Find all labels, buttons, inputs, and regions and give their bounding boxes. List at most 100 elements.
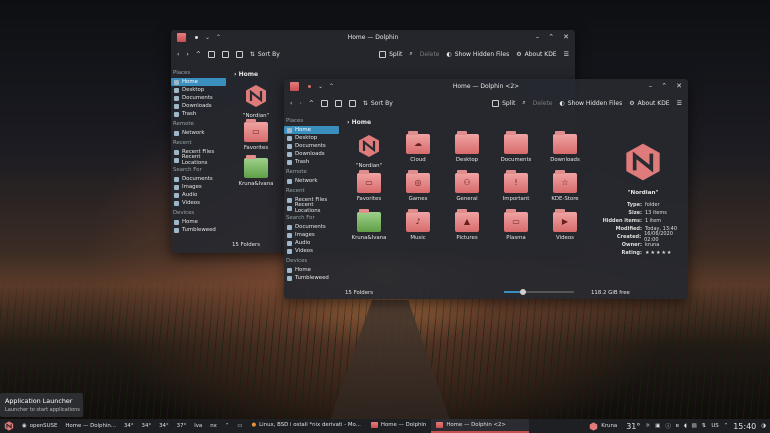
screen-icon[interactable]: ▭ (233, 419, 246, 433)
sidebar-item-search-images[interactable]: Images (171, 183, 226, 191)
icons-view-icon[interactable] (207, 50, 215, 58)
forward-icon[interactable]: › (186, 51, 188, 58)
menu-icon[interactable]: ☰ (677, 100, 682, 107)
clipboard-icon[interactable]: ▤ (692, 423, 697, 429)
file-view[interactable]: › Home "Nordian" ☁ Cloud Desktop Documents Do… (341, 115, 596, 299)
sidebar-item-documents[interactable]: Documents (171, 94, 226, 102)
folder-item[interactable]: ▭ Plasma (490, 209, 542, 241)
show-desktop-icon[interactable]: ◑ (761, 423, 766, 429)
zoom-slider[interactable] (504, 289, 574, 295)
weather-temp[interactable]: 31° (626, 422, 640, 431)
folder-item[interactable]: ☁ Cloud (392, 131, 444, 163)
split-button[interactable]: Split (492, 99, 515, 107)
folder-item[interactable]: "Nordian" (230, 84, 282, 119)
dolphin-window-front[interactable]: ⌄ ⌃ Home — Dolphin <2> – ⌃ ✕ ‹ › ^ ⇅ Sort B… (284, 79, 688, 299)
details-view-icon[interactable] (348, 99, 356, 107)
breadcrumb[interactable]: › Home (341, 115, 596, 126)
titlebar[interactable]: ⌄ ⌃ Home — Dolphin <2> – ⌃ ✕ (284, 79, 688, 94)
sort-by-button[interactable]: ⇅ Sort By (363, 100, 393, 107)
opensuse-button[interactable]: ◉ openSUSE (18, 419, 61, 433)
display-icon[interactable]: ▣ (655, 423, 660, 429)
search-icon[interactable]: ⌕ (522, 99, 525, 107)
menu-icon[interactable]: ☰ (564, 51, 569, 58)
sidebar-item-network[interactable]: Network (284, 177, 339, 185)
show-hidden-button[interactable]: ◐ Show Hidden Files (447, 51, 510, 58)
sidebar-item-desktop[interactable]: Desktop (171, 86, 226, 94)
breadcrumb[interactable]: › Home (228, 67, 575, 78)
sidebar-item-device-home[interactable]: Home (284, 266, 339, 274)
icons-view-icon[interactable] (320, 99, 328, 107)
folder-item[interactable]: Kruna&Ivana (343, 209, 395, 241)
folder-item[interactable]: ! Important (490, 170, 542, 202)
folder-item[interactable]: ♪ Music (392, 209, 444, 241)
up-icon[interactable]: ^ (196, 51, 201, 58)
sidebar-item-search-documents[interactable]: Documents (284, 223, 339, 231)
sidebar-item-search-videos[interactable]: Videos (284, 247, 339, 255)
sidebar-item-search-documents[interactable]: Documents (171, 175, 226, 183)
task-firefox[interactable]: ● Linux, BSD i ostali *nix derivati - Mo.… (246, 419, 365, 433)
details-view-icon[interactable] (235, 50, 243, 58)
sidebar-item-home[interactable]: Home (171, 78, 226, 86)
lang-indicator[interactable]: lva (190, 419, 206, 433)
folder-item[interactable]: ◎ Games (392, 170, 444, 202)
lang-indicator[interactable]: nx (206, 419, 221, 433)
sidebar-item-desktop[interactable]: Desktop (284, 134, 339, 142)
maximize-icon[interactable]: ⌃ (661, 82, 667, 90)
info-rating-row[interactable]: Rating: ★★★★★ (598, 249, 688, 257)
sort-by-button[interactable]: ⇅ Sort By (250, 51, 280, 58)
split-button[interactable]: Split (379, 50, 402, 58)
folder-item[interactable]: Documents (490, 131, 542, 163)
chevron-down-icon[interactable]: ⌄ (205, 34, 210, 41)
folder-item[interactable]: Kruna&Ivana (230, 155, 282, 187)
sidebar-item-device-tumbleweed[interactable]: Tumbleweed (284, 274, 339, 282)
pin-icon[interactable] (308, 85, 311, 88)
titlebar[interactable]: ⌄ ⌃ Home — Dolphin – ⌃ ✕ (171, 30, 575, 45)
chevron-up-icon[interactable]: ⌃ (329, 83, 334, 90)
forward-icon[interactable]: › (299, 100, 301, 107)
sidebar-item-downloads[interactable]: Downloads (284, 150, 339, 158)
pin-icon[interactable] (195, 36, 198, 39)
show-hidden-button[interactable]: ◐ Show Hidden Files (560, 100, 623, 107)
chevron-up-icon[interactable]: ⌃ (216, 34, 221, 41)
search-icon[interactable]: ⌕ (409, 50, 412, 58)
folder-item[interactable]: ▭ Favorites (343, 170, 395, 202)
folder-item[interactable]: ▶ Videos (539, 209, 591, 241)
maximize-icon[interactable]: ⌃ (548, 33, 554, 41)
sidebar-item-home[interactable]: Home (284, 126, 339, 134)
compact-view-icon[interactable] (334, 99, 342, 107)
bluetooth-icon[interactable]: ʙ (676, 423, 679, 429)
minimize-icon[interactable]: – (536, 33, 540, 41)
sidebar-item-downloads[interactable]: Downloads (171, 102, 226, 110)
weather-icon[interactable]: ☼ (645, 423, 650, 429)
sidebar-item-network[interactable]: Network (171, 129, 226, 137)
delete-button[interactable]: Delete (533, 100, 553, 107)
sidebar-item-device-tumbleweed[interactable]: Tumbleweed (171, 226, 226, 234)
sidebar-item-search-audio[interactable]: Audio (171, 191, 226, 199)
close-icon[interactable]: ✕ (676, 82, 682, 90)
sidebar-item-recent-locations[interactable]: Recent Locations (284, 202, 339, 214)
about-kde-button[interactable]: ⚙ About KDE (516, 51, 556, 58)
folder-item[interactable]: ▲ Pictures (441, 209, 493, 241)
sidebar-item-search-images[interactable]: Images (284, 231, 339, 239)
clock[interactable]: 15:40 (733, 422, 756, 431)
up-icon[interactable]: ^ (309, 100, 314, 107)
user-switcher[interactable]: Kruna (585, 419, 621, 433)
rating-stars[interactable]: ★★★★★ (645, 250, 672, 256)
close-icon[interactable]: ✕ (563, 33, 569, 41)
volume-icon[interactable]: ◖ (684, 423, 687, 429)
folder-item[interactable]: ☆ KDE-Store (539, 170, 591, 202)
sidebar-item-device-home[interactable]: Home (171, 218, 226, 226)
back-icon[interactable]: ‹ (177, 51, 179, 58)
sidebar-item-search-audio[interactable]: Audio (284, 239, 339, 247)
compact-view-icon[interactable] (221, 50, 229, 58)
folder-item[interactable]: ⚇ General (441, 170, 493, 202)
sidebar-item-search-videos[interactable]: Videos (171, 199, 226, 207)
about-kde-button[interactable]: ⚙ About KDE (629, 100, 669, 107)
window-pager[interactable]: Home — Dolphin... (61, 419, 120, 433)
sidebar-item-documents[interactable]: Documents (284, 142, 339, 150)
task-dolphin-2[interactable]: Home — Dolphin <2> (431, 419, 530, 433)
chevron-up-icon[interactable]: ⌃ (221, 419, 234, 433)
folder-item[interactable]: ▭ Favorites (230, 119, 282, 151)
sidebar-item-trash[interactable]: Trash (171, 110, 226, 118)
folder-item[interactable]: "Nordian" (343, 134, 395, 169)
